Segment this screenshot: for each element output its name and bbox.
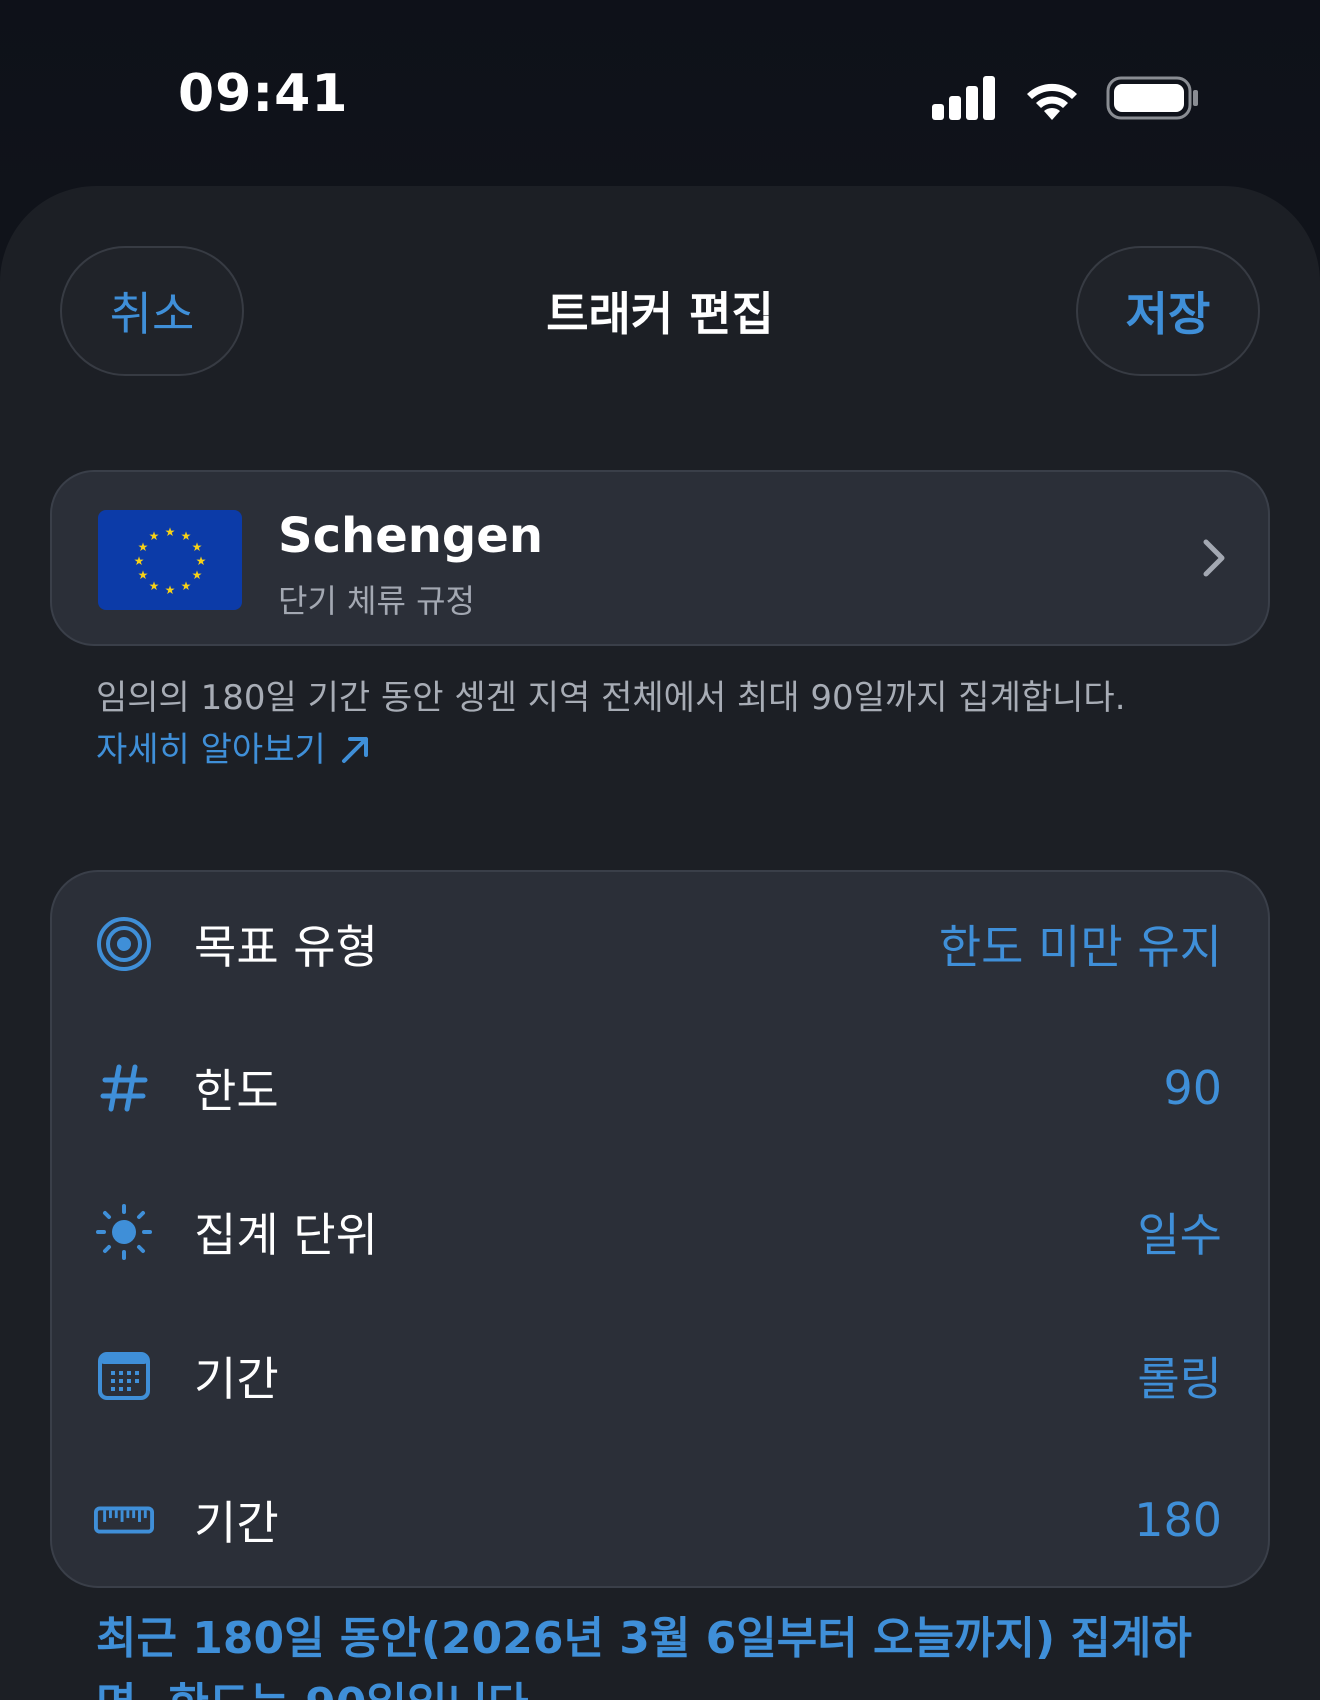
setting-label: 기간 bbox=[194, 1352, 279, 1406]
target-icon bbox=[94, 914, 154, 974]
battery-icon bbox=[1106, 76, 1198, 120]
sun-icon bbox=[94, 1202, 154, 1262]
cancel-button[interactable]: 취소 bbox=[60, 246, 244, 376]
signal-icon bbox=[932, 76, 995, 120]
setting-value: 한도 미만 유지 bbox=[938, 920, 1222, 974]
edit-sheet: 트래커 편집 취소 저장 ★ ★ ★ ★ ★ ★ ★ ★ ★ ★ ★ ★ Schengen 단기… bbox=[0, 186, 1320, 1700]
svg-text:★: ★ bbox=[138, 568, 149, 582]
svg-text:★: ★ bbox=[192, 540, 203, 554]
learn-more-link[interactable]: 자세히 알아보기 bbox=[96, 724, 372, 776]
setting-row-goal-type[interactable]: 목표 유형 한도 미만 유지 bbox=[52, 872, 1268, 1016]
svg-text:★: ★ bbox=[134, 554, 145, 568]
region-subtitle: 단기 체류 규정 bbox=[278, 582, 475, 620]
wifi-icon bbox=[1027, 83, 1077, 120]
svg-text:★: ★ bbox=[138, 540, 149, 554]
setting-label: 집계 단위 bbox=[194, 1208, 378, 1262]
setting-row-unit[interactable]: 집계 단위 일수 bbox=[52, 1160, 1268, 1304]
setting-value: 롤링 bbox=[1137, 1352, 1222, 1406]
svg-text:★: ★ bbox=[192, 568, 203, 582]
calendar-icon bbox=[94, 1346, 154, 1406]
svg-text:★: ★ bbox=[196, 554, 207, 568]
svg-text:★: ★ bbox=[165, 525, 176, 539]
period-summary-note: 최근 180일 동안(2026년 3월 6일부터 오늘까지) 집계하면, 한도는… bbox=[96, 1613, 1192, 1700]
status-time: 09:41 bbox=[178, 64, 349, 124]
setting-label: 한도 bbox=[194, 1064, 279, 1118]
setting-label: 기간 bbox=[194, 1496, 279, 1550]
setting-value: 일수 bbox=[1137, 1208, 1222, 1262]
screen: 09:41 트래커 편집 취소 저장 ★ ★ ★ ★ ★ ★ ★ ★ ★ ★ ★… bbox=[0, 0, 1320, 1700]
setting-value: 180 bbox=[1134, 1493, 1222, 1547]
svg-text:★: ★ bbox=[149, 579, 160, 593]
save-button[interactable]: 저장 bbox=[1076, 246, 1260, 376]
external-link-arrow-icon bbox=[341, 737, 368, 763]
setting-value: 90 bbox=[1163, 1061, 1222, 1115]
svg-text:★: ★ bbox=[181, 529, 192, 543]
eu-flag-icon: ★ ★ ★ ★ ★ ★ ★ ★ ★ ★ ★ ★ bbox=[98, 510, 242, 610]
status-icons bbox=[932, 74, 1200, 122]
svg-text:★: ★ bbox=[165, 583, 176, 597]
rule-description: 임의의 180일 기간 동안 셍겐 지역 전체에서 최대 90일까지 집계합니다… bbox=[96, 678, 1126, 718]
hash-icon bbox=[94, 1058, 154, 1118]
ruler-icon bbox=[94, 1490, 154, 1550]
setting-row-period-type[interactable]: 기간 롤링 bbox=[52, 1304, 1268, 1448]
settings-list: 목표 유형 한도 미만 유지 한도 90 집계 단위 일수 기간 롤링 기간 1… bbox=[50, 870, 1270, 1588]
setting-label: 목표 유형 bbox=[194, 920, 378, 974]
setting-row-period-length[interactable]: 기간 180 bbox=[52, 1448, 1268, 1592]
setting-row-limit[interactable]: 한도 90 bbox=[52, 1016, 1268, 1160]
region-selector[interactable]: ★ ★ ★ ★ ★ ★ ★ ★ ★ ★ ★ ★ Schengen 단기 체류 규정 bbox=[50, 470, 1270, 646]
chevron-right-icon bbox=[1203, 539, 1225, 577]
svg-text:★: ★ bbox=[181, 579, 192, 593]
region-name: Schengen bbox=[278, 508, 544, 564]
learn-more-label: 자세히 알아보기 bbox=[96, 730, 326, 770]
svg-text:★: ★ bbox=[149, 529, 160, 543]
